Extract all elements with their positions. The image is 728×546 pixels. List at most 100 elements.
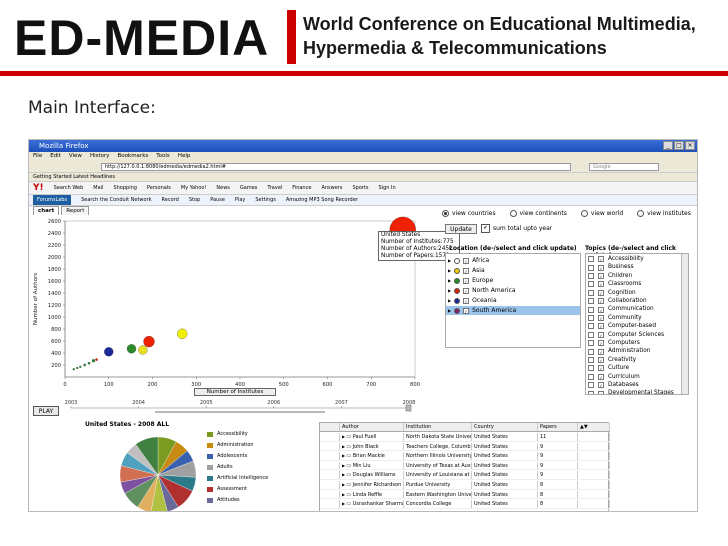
topic-item[interactable]: ✓ Collaboration — [586, 297, 682, 306]
yahoo-item[interactable]: Mail — [93, 182, 103, 194]
topic-checkbox-a[interactable] — [588, 306, 594, 313]
data-point[interactable] — [126, 344, 137, 354]
expand-icon[interactable]: ▶ — [448, 306, 451, 315]
data-point[interactable] — [72, 368, 75, 371]
table-row[interactable]: ▶ ▭ Linda Reffle Eastern Washington Unive… — [320, 490, 610, 500]
topic-checkbox-b[interactable]: ✓ — [598, 373, 604, 380]
topic-checkbox-a[interactable] — [588, 340, 594, 347]
topic-checkbox-b[interactable]: ✓ — [598, 348, 604, 355]
table-row[interactable]: ▶ ▭ Brian Mackie Northern Illinois Univer… — [320, 452, 610, 461]
yahoo-item[interactable]: Answers — [321, 182, 342, 194]
conduit-item[interactable]: Pause — [210, 195, 225, 205]
expand-icon[interactable]: ▶ — [448, 256, 451, 265]
topic-checkbox-a[interactable] — [588, 348, 594, 355]
table-row[interactable]: ▶ ▭ Jennifer Richardson Purdue University… — [320, 481, 610, 490]
radio-view-world[interactable]: view world — [581, 210, 623, 222]
menu-file[interactable]: File — [33, 152, 42, 161]
topic-checkbox-a[interactable] — [588, 331, 594, 338]
data-point[interactable] — [143, 335, 155, 348]
topic-checkbox-b[interactable]: ✓ — [598, 273, 604, 280]
topic-item[interactable]: ✓ Culture — [586, 364, 682, 373]
topic-item[interactable]: ✓ Curriculum — [586, 373, 682, 382]
expand-icon[interactable]: ▶ — [448, 286, 451, 295]
menu-bookmarks[interactable]: Bookmarks — [118, 152, 149, 161]
conduit-box[interactable]: ForumsLabs — [33, 195, 72, 205]
table-row[interactable]: ▶ ▭ Paul FuellNorth Dakota State Univers… — [320, 433, 610, 442]
conduit-item[interactable]: Stop — [189, 195, 200, 205]
topic-checkbox-a[interactable] — [588, 281, 594, 288]
data-point[interactable] — [87, 361, 91, 365]
topic-item[interactable]: ✓ Databases — [586, 381, 682, 390]
topic-checkbox-b[interactable]: ✓ — [598, 382, 604, 389]
topic-checkbox-b[interactable]: ✓ — [598, 298, 604, 305]
location-checkbox[interactable]: ✓ — [463, 257, 470, 264]
conduit-item[interactable]: Amazing MP3 Song Recorder — [286, 195, 358, 205]
topic-checkbox-b[interactable]: ✓ — [598, 256, 604, 263]
topic-item[interactable]: ✓ Computer Sciences — [586, 331, 682, 340]
column-header[interactable] — [320, 423, 340, 431]
location-checkbox[interactable]: ✓ — [463, 297, 470, 304]
yahoo-item[interactable]: Finance — [292, 182, 311, 194]
topic-checkbox-b[interactable]: ✓ — [598, 323, 604, 330]
data-point[interactable] — [104, 347, 114, 357]
topic-item[interactable]: ✓ Computer-based — [586, 322, 682, 331]
table-row[interactable]: ▶ ▭ John Black Teachers College, Columbia… — [320, 442, 610, 452]
update-button[interactable]: Update — [445, 224, 477, 234]
location-checkbox[interactable]: ✓ — [463, 307, 470, 314]
search-input[interactable]: Google — [589, 163, 659, 171]
data-point[interactable] — [95, 358, 98, 361]
topic-item[interactable]: ✓ Community — [586, 314, 682, 323]
expand-icon[interactable]: ▶ — [448, 296, 451, 305]
topic-item[interactable]: ✓ Administration — [586, 347, 682, 356]
yahoo-item[interactable]: Travel — [267, 182, 282, 194]
topic-checkbox-a[interactable] — [588, 264, 594, 271]
yahoo-item[interactable]: News — [216, 182, 230, 194]
topic-item[interactable]: ✓ Computers — [586, 339, 682, 348]
tab-chart[interactable]: chart — [33, 206, 60, 215]
radio-view-continents[interactable]: view continents — [510, 210, 567, 222]
menu-tools[interactable]: Tools — [156, 152, 170, 161]
topic-checkbox-b[interactable]: ✓ — [598, 340, 604, 347]
topic-checkbox-b[interactable]: ✓ — [598, 315, 604, 322]
data-point[interactable] — [138, 345, 148, 355]
topic-item[interactable]: ✓ Children — [586, 272, 682, 281]
topic-item[interactable]: ✓ Cognition — [586, 289, 682, 298]
topic-checkbox-b[interactable]: ✓ — [598, 357, 604, 364]
yahoo-item[interactable]: Sign In — [379, 182, 396, 194]
topic-checkbox-a[interactable] — [588, 373, 594, 380]
table-row[interactable]: ▶ ▭ Min Liu University of Texas at Austin… — [320, 461, 610, 471]
column-header-papers[interactable]: Papers — [538, 423, 578, 431]
location-item[interactable]: ▶ ✓ South America — [446, 306, 580, 315]
column-header-sort[interactable]: ▲▼ — [578, 423, 610, 431]
topic-checkbox-b[interactable]: ✓ — [598, 365, 604, 372]
conduit-item[interactable]: Settings — [255, 195, 276, 205]
topic-checkbox-b[interactable]: ✓ — [598, 306, 604, 313]
yahoo-item[interactable]: Search Web — [54, 182, 84, 194]
data-point[interactable] — [76, 366, 79, 370]
radio-view-institutes[interactable]: view institutes — [637, 210, 691, 222]
topic-item[interactable]: ✓ Creativity — [586, 356, 682, 365]
yahoo-item[interactable]: Shopping — [113, 182, 136, 194]
topic-item[interactable]: ✓ Classrooms — [586, 280, 682, 289]
location-checkbox[interactable]: ✓ — [463, 287, 470, 294]
location-item[interactable]: ▶ ✓ Asia — [446, 266, 580, 275]
topic-item[interactable]: ✓ Communication — [586, 305, 682, 314]
sum-total-checkbox[interactable]: sum total upto year — [481, 224, 552, 234]
topic-checkbox-a[interactable] — [588, 357, 594, 364]
conduit-item[interactable]: Play — [235, 195, 245, 205]
conduit-item[interactable]: Record — [162, 195, 179, 205]
expand-icon[interactable]: ▶ — [448, 276, 451, 285]
location-item[interactable]: ▶ ✓ North America — [446, 286, 580, 295]
topic-checkbox-a[interactable] — [588, 382, 594, 389]
topic-checkbox-b[interactable]: ✓ — [598, 264, 604, 271]
x-axis-selector[interactable]: Number of Institutes — [194, 388, 276, 396]
location-checkbox[interactable]: ✓ — [463, 267, 470, 274]
tab-report[interactable]: Report — [61, 206, 90, 215]
column-header-country[interactable]: Country — [472, 423, 538, 431]
menu-edit[interactable]: Edit — [50, 152, 61, 161]
topic-checkbox-a[interactable] — [588, 256, 594, 263]
play-button[interactable]: PLAY — [33, 406, 59, 416]
timeline-slider-handle[interactable] — [405, 404, 412, 412]
data-point[interactable] — [79, 365, 82, 368]
location-checkbox[interactable]: ✓ — [463, 277, 470, 284]
